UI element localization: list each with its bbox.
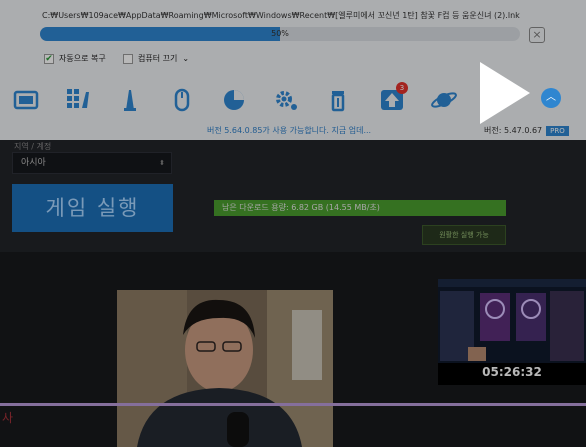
stream-elapsed-time: 05:26:32 (482, 365, 542, 379)
update-count-badge: 3 (396, 82, 408, 94)
trash-icon[interactable] (324, 88, 352, 112)
region-select[interactable]: 아시아 ⬍ (12, 152, 172, 174)
scroll-up-button[interactable]: ︿ (541, 88, 561, 108)
play-icon[interactable] (478, 60, 532, 126)
broom-icon[interactable] (116, 88, 144, 112)
mouse-icon[interactable] (168, 88, 196, 112)
grid-clean-icon[interactable] (64, 88, 92, 112)
auto-recover-checkbox[interactable]: ✔ (44, 53, 54, 64)
shutdown-checkbox[interactable] (123, 53, 133, 64)
planet-icon[interactable] (430, 88, 458, 112)
pie-chart-icon[interactable] (220, 88, 248, 112)
download-progress-bar: 남은 다운로드 용량: 6.82 GB (14.55 MB/초) (214, 200, 506, 216)
update-icon[interactable]: 3 (378, 82, 408, 112)
chat-divider-line (0, 403, 586, 406)
task-progress-label: 50% (271, 29, 289, 38)
current-version-text: 버전: 5.47.0.67 (484, 126, 543, 135)
play-game-button[interactable]: 게임 실행 (12, 184, 173, 232)
auto-recover-option[interactable]: ✔ 자동으로 복구 (44, 53, 106, 64)
update-available-link[interactable]: 버전 5.64.0.85가 사용 가능합니다. 지금 업데... (207, 125, 371, 136)
pro-badge: PRO (546, 125, 569, 136)
chat-fragment: 사 (2, 411, 14, 425)
auto-recover-label: 자동으로 복구 (59, 54, 106, 63)
stream-thumbnail[interactable]: 05:26:32 (438, 279, 586, 385)
close-button[interactable]: × (529, 27, 545, 43)
task-progress-bar: 50% (40, 27, 520, 41)
chevron-down-icon[interactable]: ⌄ (182, 54, 189, 63)
playable-status-badge: 원활한 실행 가능 (422, 225, 506, 245)
task-path: C:₩Users₩109ace₩AppData₩Roaming₩Microsof… (42, 11, 520, 20)
shutdown-option[interactable]: 컴퓨터 끄기 ⌄ (123, 53, 189, 64)
shutdown-label: 컴퓨터 끄기 (138, 54, 178, 63)
region-value: 아시아 (21, 158, 46, 168)
webcam-feed (117, 290, 333, 447)
gear-icon[interactable] (272, 88, 300, 112)
download-status-text: 남은 다운로드 용량: 6.82 GB (14.55 MB/초) (222, 203, 380, 212)
region-label: 지역 / 계정 (14, 142, 52, 151)
current-version: 버전: 5.47.0.67 PRO (484, 125, 569, 136)
select-caret-icon: ⬍ (159, 159, 165, 167)
screen-icon[interactable] (12, 88, 40, 112)
